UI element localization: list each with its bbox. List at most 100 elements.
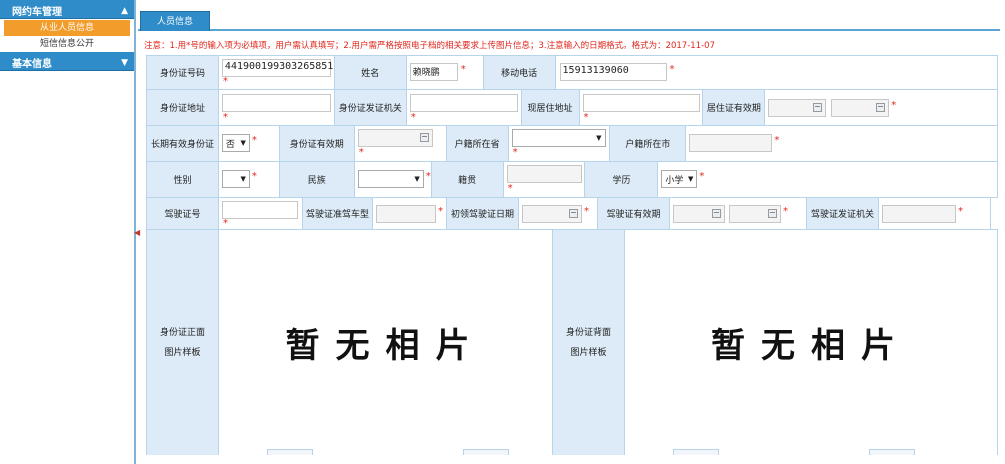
upload-button[interactable] — [869, 449, 915, 455]
notice-text: 注意：1.用*号的输入项为必填项，用户需认真填写；2.用户需严格按照电子档的相关… — [144, 41, 715, 51]
hukou-province-label: 户籍所在省 — [446, 126, 509, 161]
native-place-input[interactable] — [506, 165, 582, 183]
required-mark: * — [507, 183, 513, 194]
license-class-input[interactable] — [376, 205, 436, 223]
id-front-photo-area[interactable]: 暂无相片 — [219, 230, 553, 455]
current-address-input[interactable] — [582, 94, 700, 112]
license-no-label: 驾驶证号 — [147, 198, 219, 229]
license-no-cell: * — [219, 198, 303, 229]
dropdown-arrow-icon: ▼ — [240, 139, 246, 147]
ethnicity-select[interactable]: ▼ — [357, 170, 424, 188]
calendar-icon[interactable] — [419, 133, 429, 142]
required-mark: * — [783, 206, 788, 217]
id-back-photo-label: 身份证背面 图片样板 — [553, 230, 625, 455]
id-issuer-cell: * — [406, 90, 522, 125]
hukou-province-cell: ▼ * — [508, 126, 611, 161]
name-input[interactable]: 赖晓鹏 — [409, 63, 458, 81]
license-validity-label: 驾驶证有效期 — [598, 198, 670, 229]
id-validity-date-input[interactable] — [357, 129, 433, 147]
required-mark: * — [438, 206, 443, 217]
first-license-date-input[interactable] — [522, 205, 582, 223]
required-mark: * — [512, 147, 518, 158]
calendar-icon[interactable] — [768, 209, 777, 218]
form-row: 性别 ▼ * 民族 ▼ * 籍贯 * 学历 小学 ▼ * — [147, 162, 998, 198]
required-mark: * — [891, 100, 897, 111]
id-number-cell: 441900199303265851 * — [218, 56, 335, 89]
license-issuer-input[interactable] — [882, 205, 956, 223]
license-validity-cell: * — [670, 198, 807, 229]
id-validity-label: 身份证有效期 — [279, 126, 355, 161]
license-validity-start-input[interactable] — [673, 205, 725, 223]
hukou-city-input[interactable] — [689, 134, 773, 152]
id-address-label: 身份证地址 — [147, 90, 219, 125]
form-row: 驾驶证号 * 驾驶证准驾车型 * 初领驾驶证日期 * 驾驶证有效期 * 驾驶证发… — [147, 198, 998, 230]
residence-permit-end-date-input[interactable] — [831, 99, 890, 117]
form-row: 身份证地址 * 身份证发证机关 * 现居住地址 * 居住证有效期 * — [147, 90, 998, 126]
chevron-up-icon[interactable]: ▲ — [121, 6, 128, 16]
name-label: 姓名 — [334, 56, 407, 89]
upload-button[interactable] — [267, 449, 313, 455]
required-mark: * — [251, 135, 257, 146]
native-place-label: 籍贯 — [431, 162, 504, 197]
upload-button[interactable] — [463, 449, 509, 455]
required-mark: * — [410, 112, 416, 123]
license-validity-end-input[interactable] — [729, 205, 781, 223]
tab-personnel-info[interactable]: 人员信息 — [140, 11, 210, 31]
tab-bar: 人员信息 — [138, 0, 1000, 31]
license-no-input[interactable] — [222, 201, 298, 219]
required-mark: * — [358, 147, 364, 158]
license-issuer-cell: * — [879, 198, 991, 229]
residence-permit-validity-cell: * — [765, 90, 998, 125]
sidebar-item-sms-disclosure[interactable]: 短信信息公开 — [0, 36, 134, 52]
photo-label-line2: 图片样板 — [570, 347, 607, 358]
required-mark: * — [958, 206, 963, 217]
id-address-cell: * — [218, 90, 335, 125]
upload-button[interactable] — [673, 449, 719, 455]
sidebar-section-basic-info[interactable]: 基本信息 ▼ — [0, 52, 134, 71]
first-license-date-cell: * — [519, 198, 598, 229]
education-cell: 小学 ▼ * — [658, 162, 998, 197]
photo-label-line2: 图片样板 — [164, 347, 201, 358]
required-mark: * — [460, 64, 466, 75]
sidebar: 网约车管理 ▲ 从业人员信息 短信信息公开 基本信息 ▼ — [0, 0, 136, 464]
id-address-input[interactable] — [221, 94, 331, 112]
chevron-down-icon[interactable]: ▼ — [121, 58, 128, 68]
id-number-input[interactable]: 441900199303265851 — [221, 59, 333, 77]
id-issuer-input[interactable] — [409, 94, 518, 112]
mobile-cell: 15913139060 * — [555, 56, 999, 89]
residence-permit-validity-label: 居住证有效期 — [703, 90, 766, 125]
gender-cell: ▼ * — [218, 162, 280, 197]
id-front-photo-label: 身份证正面 图片样板 — [147, 230, 219, 455]
residence-permit-start-date-input[interactable] — [768, 99, 827, 117]
required-mark: * — [251, 171, 257, 182]
required-mark: * — [583, 112, 589, 123]
native-place-cell: * — [503, 162, 586, 197]
calendar-icon[interactable] — [813, 103, 823, 112]
calendar-icon[interactable] — [569, 209, 578, 218]
gender-select[interactable]: ▼ — [221, 170, 250, 188]
calendar-icon[interactable] — [712, 209, 721, 218]
dropdown-arrow-icon: ▼ — [596, 134, 602, 142]
sidebar-item-practitioner-info[interactable]: 从业人员信息 — [4, 20, 130, 36]
license-class-label: 驾驶证准驾车型 — [303, 198, 373, 229]
hukou-province-select[interactable]: ▼ — [511, 129, 606, 147]
license-issuer-label: 驾驶证发证机关 — [807, 198, 879, 229]
calendar-icon[interactable] — [876, 103, 886, 112]
mobile-input[interactable]: 15913139060 — [559, 63, 667, 81]
education-label: 学历 — [585, 162, 659, 197]
dropdown-arrow-icon: ▼ — [414, 175, 420, 183]
sidebar-section-ride-hailing[interactable]: 网约车管理 ▲ — [0, 0, 134, 19]
form-row: 长期有效身份证 否 ▼ * 身份证有效期 * 户籍所在省 ▼ * 户籍所在市 * — [147, 126, 998, 162]
name-cell: 赖晓鹏 * — [406, 56, 484, 89]
required-mark: * — [425, 171, 431, 182]
sidebar-section-title: 网约车管理 — [12, 7, 62, 18]
id-issuer-label: 身份证发证机关 — [334, 90, 407, 125]
long-term-id-label: 长期有效身份证 — [147, 126, 219, 161]
required-mark: * — [222, 112, 228, 123]
dropdown-arrow-icon: ▼ — [240, 175, 246, 183]
long-term-id-select[interactable]: 否 ▼ — [221, 134, 250, 152]
education-select[interactable]: 小学 ▼ — [661, 170, 698, 188]
ethnicity-label: 民族 — [279, 162, 355, 197]
id-back-photo-area[interactable]: 暂无相片 — [625, 230, 998, 455]
id-number-label: 身份证号码 — [147, 56, 219, 89]
